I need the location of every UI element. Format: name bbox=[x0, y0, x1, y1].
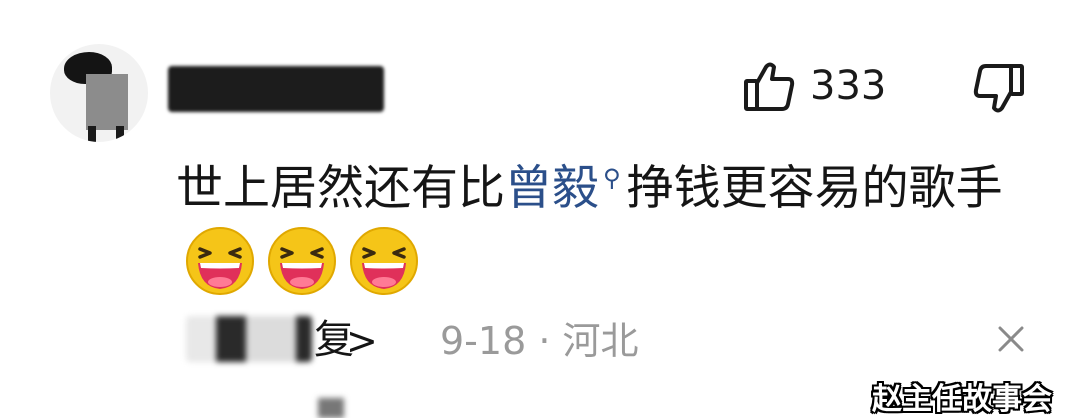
comment-text-part: 挣钱更容易的歌手 bbox=[626, 161, 1003, 216]
like-count: 333 bbox=[810, 63, 887, 109]
comment-date: 9-18 bbox=[440, 319, 527, 363]
dislike-button[interactable] bbox=[972, 62, 1026, 116]
comment-location: 河北 bbox=[562, 319, 639, 363]
close-icon[interactable] bbox=[994, 322, 1028, 356]
comment-text-part: 世上居然还有比 bbox=[176, 161, 505, 216]
meta-separator: · bbox=[538, 319, 551, 363]
comment-meta: 9-18 · 河北 bbox=[440, 316, 639, 366]
laughing-face-emoji bbox=[186, 227, 254, 295]
thumbs-up-icon bbox=[744, 62, 795, 111]
laughing-face-emoji bbox=[350, 227, 418, 295]
avatar-legs bbox=[88, 126, 124, 142]
mention-link[interactable]: 曾毅 bbox=[505, 161, 599, 216]
redacted-fragment bbox=[318, 398, 344, 418]
like-button[interactable]: 333 bbox=[742, 58, 886, 114]
user-avatar[interactable] bbox=[50, 44, 148, 142]
redacted-reply-count[interactable] bbox=[186, 316, 312, 362]
watermark: 赵主任故事会 bbox=[872, 382, 1052, 417]
chevron-right-icon[interactable]: > bbox=[346, 316, 378, 366]
emoji-row bbox=[184, 225, 420, 297]
comment-body: 世上居然还有比曾毅 ⚲ 挣钱更容易的歌手 bbox=[176, 142, 1056, 298]
redacted-username[interactable] bbox=[168, 66, 384, 112]
thumbs-down-icon bbox=[973, 64, 1024, 113]
avatar-blurred-face bbox=[86, 74, 128, 130]
laughing-face-emoji bbox=[268, 227, 336, 295]
search-icon[interactable]: ⚲ bbox=[603, 164, 621, 192]
